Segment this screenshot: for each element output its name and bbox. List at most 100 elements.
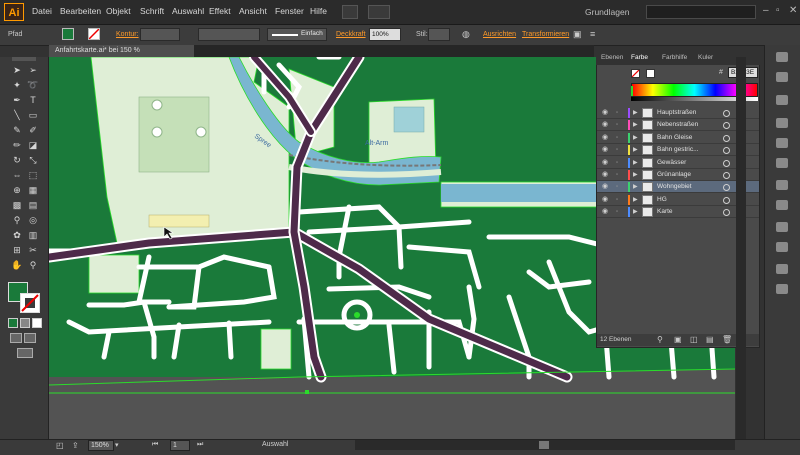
layer-row[interactable]: ◉ ▫ ▶ Bahn gestric... bbox=[597, 144, 759, 157]
new-sublayer-icon[interactable]: ◫ bbox=[690, 335, 698, 344]
opacity-label[interactable]: Deckkraft bbox=[336, 31, 366, 38]
layer-row[interactable]: ◉ ▫ ▶ Hauptstraßen bbox=[597, 107, 759, 119]
minimize-icon[interactable]: – bbox=[763, 5, 769, 16]
expand-arrow-icon[interactable]: ▶ bbox=[633, 119, 638, 131]
clipping-mask-icon[interactable]: ▣ bbox=[674, 335, 682, 344]
layer-row[interactable]: ◉ ▫ ▶ Karte bbox=[597, 206, 759, 219]
rotate-tool-icon[interactable]: ↻ bbox=[10, 154, 24, 166]
color-panel-fill-swatch[interactable] bbox=[631, 69, 640, 78]
stroke-swatch[interactable] bbox=[20, 293, 40, 313]
artboards-icon[interactable] bbox=[776, 284, 788, 294]
menu-hilfe[interactable]: Hilfe bbox=[310, 6, 327, 16]
zoom-field[interactable]: 150% bbox=[88, 440, 114, 451]
menu-effekt[interactable]: Effekt bbox=[209, 6, 231, 16]
selection-tool-icon[interactable]: ➤ bbox=[10, 64, 24, 76]
slice-tool-icon[interactable]: ✂ bbox=[26, 244, 40, 256]
zoom-dropdown-icon[interactable]: ▾ bbox=[115, 441, 119, 449]
target-icon[interactable] bbox=[723, 172, 730, 179]
graphic-style-picker[interactable] bbox=[428, 28, 450, 41]
type-tool-icon[interactable]: T bbox=[26, 94, 40, 106]
lock-icon[interactable]: ▫ bbox=[616, 181, 618, 193]
lock-icon[interactable]: ▫ bbox=[616, 107, 618, 119]
document-tab[interactable]: Anfahrtskarte.ai* bei 150 % (CMYK/Vorsch… bbox=[49, 45, 194, 66]
target-icon[interactable] bbox=[723, 122, 730, 130]
panel-menu-icon[interactable]: ≡ bbox=[590, 29, 595, 39]
rectangle-tool-icon[interactable]: ▭ bbox=[26, 109, 40, 121]
visibility-eye-icon[interactable]: ◉ bbox=[602, 206, 608, 218]
visibility-eye-icon[interactable]: ◉ bbox=[602, 181, 608, 193]
pencil-tool-icon[interactable]: ✏ bbox=[10, 139, 24, 151]
visibility-eye-icon[interactable]: ◉ bbox=[602, 132, 608, 144]
variable-width-profile[interactable] bbox=[198, 28, 260, 41]
target-icon[interactable] bbox=[723, 147, 730, 155]
gradient-tool-icon[interactable]: ▤ bbox=[26, 199, 40, 211]
gradient-mode-icon[interactable] bbox=[20, 318, 30, 328]
blob-brush-tool-icon[interactable]: ✐ bbox=[26, 124, 40, 136]
artboard-number-field[interactable]: 1 bbox=[170, 440, 190, 451]
transparency-icon[interactable] bbox=[776, 200, 788, 210]
stroke-panel-icon[interactable] bbox=[776, 158, 788, 168]
tab-kuler[interactable]: Kuler bbox=[698, 54, 713, 61]
color-panel-stroke-swatch[interactable] bbox=[646, 69, 655, 78]
brushes-icon[interactable] bbox=[776, 118, 788, 128]
lock-icon[interactable]: ▫ bbox=[616, 169, 618, 181]
expand-arrow-icon[interactable]: ▶ bbox=[633, 181, 638, 193]
visibility-eye-icon[interactable]: ◉ bbox=[602, 194, 608, 206]
lock-icon[interactable]: ▫ bbox=[616, 206, 618, 218]
tab-farbhilfe[interactable]: Farbhilfe bbox=[662, 54, 687, 61]
workspace-switcher[interactable]: Grundlagen bbox=[585, 7, 629, 17]
stroke-label[interactable]: Kontur: bbox=[116, 31, 139, 38]
line-tool-icon[interactable]: ╲ bbox=[10, 109, 24, 121]
tab-farbe[interactable]: Farbe bbox=[631, 54, 648, 61]
locate-object-icon[interactable]: ⚲ bbox=[657, 335, 663, 344]
screen-mode-icon[interactable] bbox=[17, 348, 33, 358]
layer-row[interactable]: ◉ ▫ ▶ Wohngebiet bbox=[597, 181, 759, 194]
visibility-eye-icon[interactable]: ◉ bbox=[602, 169, 608, 181]
target-icon[interactable] bbox=[723, 159, 730, 167]
target-icon[interactable] bbox=[723, 196, 730, 204]
lock-icon[interactable]: ▫ bbox=[616, 157, 618, 169]
perspective-grid-tool-icon[interactable]: ▦ bbox=[26, 184, 40, 196]
transform-link[interactable]: Transformieren bbox=[522, 31, 569, 38]
mesh-tool-icon[interactable]: ▩ bbox=[10, 199, 24, 211]
zoom-tool-icon[interactable]: ⚲ bbox=[26, 259, 40, 271]
graphic-styles-icon[interactable] bbox=[776, 242, 788, 252]
expand-arrow-icon[interactable]: ▶ bbox=[633, 107, 638, 119]
visibility-eye-icon[interactable]: ◉ bbox=[602, 157, 608, 169]
expand-arrow-icon[interactable]: ▶ bbox=[633, 157, 638, 169]
lock-icon[interactable]: ▫ bbox=[616, 132, 618, 144]
expand-arrow-icon[interactable]: ▶ bbox=[633, 194, 638, 206]
layer-row[interactable]: ◉ ▫ ▶ Grünanlage bbox=[597, 169, 759, 181]
expand-arrow-icon[interactable]: ▶ bbox=[633, 144, 638, 156]
search-input[interactable] bbox=[646, 5, 756, 19]
first-artboard-icon[interactable]: ⏮ bbox=[152, 441, 158, 449]
tab-ebenen[interactable]: Ebenen bbox=[601, 54, 623, 61]
stroke-weight-field[interactable] bbox=[140, 28, 180, 41]
expand-arrow-icon[interactable]: ▶ bbox=[633, 169, 638, 181]
screen-mode-toggle-icon[interactable]: ◰ bbox=[56, 441, 64, 450]
artboard-tool-icon[interactable]: ⊞ bbox=[10, 244, 24, 256]
pen-tool-icon[interactable]: ✒ bbox=[10, 94, 24, 106]
layer-row[interactable]: ◉ ▫ ▶ Bahn Gleise bbox=[597, 132, 759, 144]
menu-bearbeiten[interactable]: Bearbeiten bbox=[60, 6, 101, 16]
expand-arrow-icon[interactable]: ▶ bbox=[633, 132, 638, 144]
expand-arrow-icon[interactable]: ▶ bbox=[633, 206, 638, 218]
eraser-tool-icon[interactable]: ◪ bbox=[26, 139, 40, 151]
draw-inside-icon[interactable] bbox=[24, 333, 36, 343]
layer-row[interactable]: ◉ ▫ ▶ Gewässer bbox=[597, 157, 759, 169]
last-artboard-icon[interactable]: ⏭ bbox=[197, 441, 203, 449]
blend-tool-icon[interactable]: ◎ bbox=[26, 214, 40, 226]
swatches-icon[interactable] bbox=[776, 95, 788, 105]
visibility-eye-icon[interactable]: ◉ bbox=[602, 119, 608, 131]
arrange-documents-button[interactable] bbox=[368, 5, 390, 19]
target-icon[interactable] bbox=[723, 110, 730, 117]
draw-mode-icon[interactable] bbox=[10, 333, 22, 343]
color-guide-icon[interactable] bbox=[776, 72, 788, 82]
target-icon[interactable] bbox=[723, 134, 730, 142]
layer-row[interactable]: ◉ ▫ ▶ Nebenstraßen bbox=[597, 119, 759, 132]
scale-tool-icon[interactable]: ⤡ bbox=[26, 154, 40, 166]
fill-color-swatch[interactable] bbox=[62, 28, 74, 40]
lock-icon[interactable]: ▫ bbox=[616, 119, 618, 131]
paintbrush-tool-icon[interactable]: ✎ bbox=[10, 124, 24, 136]
column-graph-tool-icon[interactable]: ▥ bbox=[26, 229, 40, 241]
